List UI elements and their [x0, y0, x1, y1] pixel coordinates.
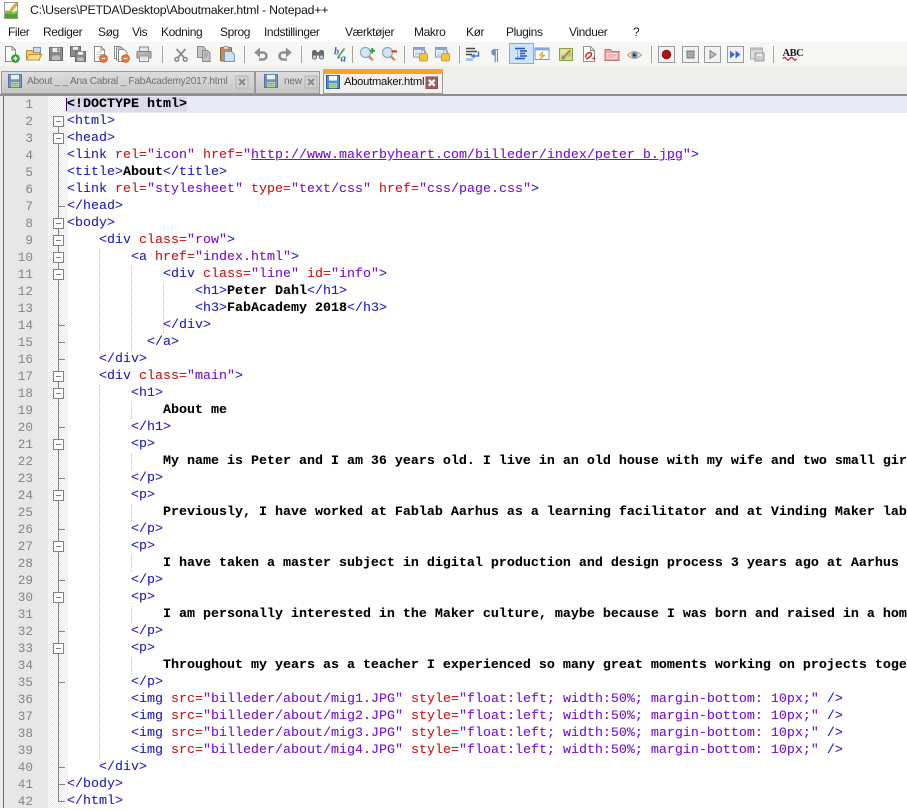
svg-text:a: a	[341, 53, 347, 65]
svg-text:¶: ¶	[491, 45, 500, 64]
